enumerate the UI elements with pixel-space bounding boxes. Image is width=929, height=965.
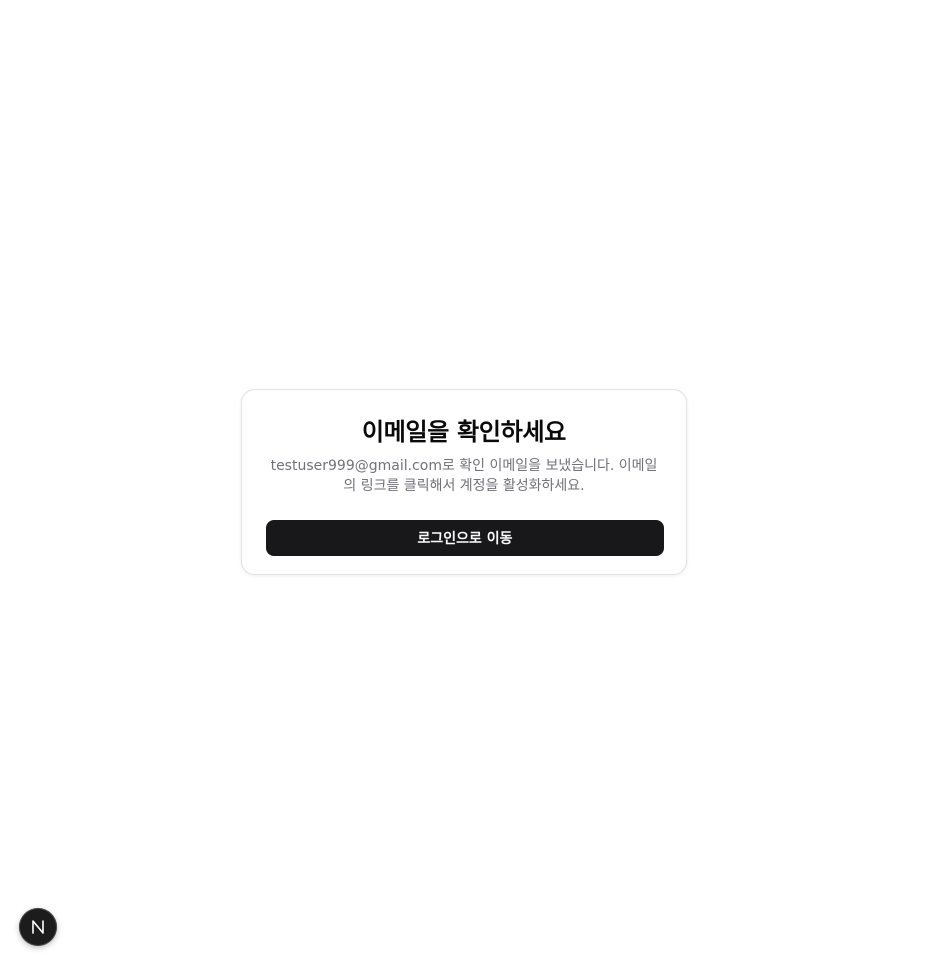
nextjs-logo-icon bbox=[29, 918, 47, 936]
card-description: testuser999@gmail.com로 확인 이메일을 보냈습니다. 이메… bbox=[270, 458, 658, 494]
card-title: 이메일을 확인하세요 bbox=[361, 418, 567, 446]
nextjs-dev-badge[interactable] bbox=[19, 908, 57, 946]
verify-email-card: 이메일을 확인하세요 testuser999@gmail.com로 확인 이메일… bbox=[241, 389, 687, 575]
go-to-login-button[interactable]: 로그인으로 이동 bbox=[266, 520, 664, 556]
page: 이메일을 확인하세요 testuser999@gmail.com로 확인 이메일… bbox=[0, 0, 929, 965]
